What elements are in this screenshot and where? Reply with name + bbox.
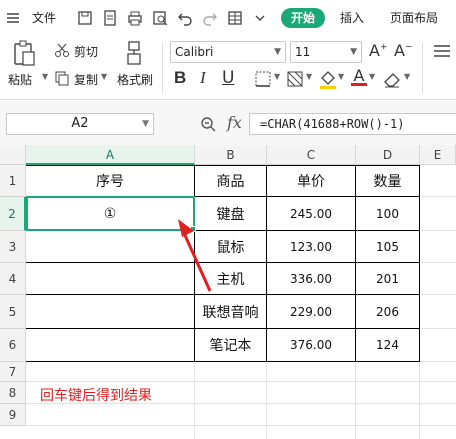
italic-icon[interactable]: I	[200, 68, 206, 88]
annotation-arrow-icon	[178, 219, 212, 292]
print-icon[interactable]	[126, 9, 144, 27]
paste-button[interactable]: 粘贴	[8, 71, 32, 88]
row-header-4[interactable]: 4	[0, 263, 26, 295]
font-color-dropdown-icon[interactable]: ▼	[369, 72, 375, 81]
ribbon-divider	[162, 42, 163, 94]
tab-page-layout[interactable]: 页面布局	[390, 9, 438, 27]
font-size-select[interactable]: 11 ▼	[290, 41, 362, 63]
cell-a4[interactable]	[26, 263, 194, 294]
cell-d6[interactable]: 124	[356, 329, 419, 361]
row-header-8[interactable]: 8	[0, 382, 26, 404]
cell-a3[interactable]	[26, 231, 194, 262]
border-icon[interactable]	[254, 70, 272, 88]
cell-a6[interactable]	[26, 329, 194, 361]
row-header-5[interactable]: 5	[0, 295, 26, 329]
cell-c5[interactable]: 229.00	[267, 295, 355, 328]
column-header-d[interactable]: D	[356, 145, 420, 165]
fill-color-icon[interactable]	[318, 68, 338, 90]
chevron-down-icon: ▼	[142, 119, 149, 129]
chevron-down-icon[interactable]	[251, 9, 269, 27]
cell-b1[interactable]: 商品	[195, 165, 266, 196]
cut-button[interactable]: 剪切	[74, 43, 98, 60]
border-dropdown-icon[interactable]: ▼	[274, 72, 280, 81]
formula-bar: A2 ▼ fx =CHAR(41688+ROW()-1)	[0, 101, 456, 145]
row-header-7[interactable]: 7	[0, 362, 26, 382]
cell-c2[interactable]: 245.00	[267, 197, 355, 230]
underline-icon[interactable]: U	[222, 68, 234, 88]
column-header-c[interactable]: C	[267, 145, 356, 165]
export-pdf-icon[interactable]	[101, 9, 119, 27]
formula-input[interactable]: =CHAR(41688+ROW()-1)	[249, 113, 456, 135]
cell-c6[interactable]: 376.00	[267, 329, 355, 361]
decrease-font-icon[interactable]: A−	[394, 41, 413, 60]
column-header-b[interactable]: B	[195, 145, 267, 165]
font-color-icon[interactable]: A	[351, 66, 367, 90]
print-preview-icon[interactable]	[151, 9, 169, 27]
cell-d4[interactable]: 201	[356, 263, 419, 294]
cell-a1[interactable]: 序号	[26, 165, 194, 196]
increase-font-icon[interactable]: A+	[369, 41, 388, 60]
eraser-dropdown-icon[interactable]: ▼	[404, 72, 410, 81]
paste-dropdown-icon[interactable]: ▼	[42, 72, 48, 81]
gridline	[26, 425, 456, 426]
column-header-e[interactable]: E	[420, 145, 456, 165]
cell-style-icon[interactable]	[286, 70, 304, 88]
row-header-9[interactable]: 9	[0, 404, 26, 426]
column-header-a[interactable]: A	[26, 145, 195, 165]
name-box[interactable]: A2 ▼	[6, 113, 154, 135]
cell-a5[interactable]	[26, 295, 194, 328]
cell-d1[interactable]: 数量	[356, 165, 419, 196]
row-header-2[interactable]: 2	[0, 197, 26, 231]
cell-d3[interactable]: 105	[356, 231, 419, 262]
paste-icon[interactable]	[12, 40, 36, 66]
copy-dropdown-icon[interactable]: ▼	[101, 72, 107, 81]
table-border	[26, 361, 420, 362]
menu-icon[interactable]	[4, 9, 22, 27]
cell-b6[interactable]: 笔记本	[195, 329, 266, 361]
ribbon-toolbar: 粘贴 ▼ 剪切 复制 ▼ 格式刷 Calibri ▼ 11 ▼ A+ A− B …	[0, 36, 456, 100]
ribbon-divider	[422, 42, 423, 94]
table-border	[419, 165, 420, 362]
select-all-corner[interactable]	[0, 145, 26, 165]
tab-insert[interactable]: 插入	[340, 9, 364, 27]
font-size-value: 11	[295, 45, 311, 59]
copy-icon[interactable]	[54, 70, 70, 86]
redo-icon[interactable]	[201, 9, 219, 27]
cell-style-dropdown-icon[interactable]: ▼	[306, 72, 312, 81]
cut-icon[interactable]	[54, 42, 70, 58]
undo-icon[interactable]	[176, 9, 194, 27]
gridline	[26, 381, 456, 382]
save-icon[interactable]	[76, 9, 94, 27]
cell-d2[interactable]: 100	[356, 197, 419, 230]
row-header-3[interactable]: 3	[0, 231, 26, 263]
zoom-icon[interactable]	[199, 115, 217, 133]
copy-button[interactable]: 复制	[74, 71, 98, 88]
menu-file[interactable]: 文件	[32, 9, 56, 27]
cell-c4[interactable]: 336.00	[267, 263, 355, 294]
format-painter-button[interactable]: 格式刷	[117, 71, 153, 88]
table-style-icon[interactable]	[226, 9, 244, 27]
font-name-value: Calibri	[175, 45, 214, 59]
align-icon[interactable]	[432, 44, 452, 58]
font-name-select[interactable]: Calibri ▼	[170, 41, 286, 63]
format-painter-icon[interactable]	[124, 40, 144, 66]
eraser-icon[interactable]	[382, 69, 402, 89]
fx-icon[interactable]: fx	[227, 113, 242, 132]
row-header-6[interactable]: 6	[0, 329, 26, 362]
fill-color-dropdown-icon[interactable]: ▼	[338, 72, 344, 81]
menu-bar: 文件 开始 插入 页面布局	[0, 0, 456, 36]
cell-c1[interactable]: 单价	[267, 165, 355, 196]
cell-d5[interactable]: 206	[356, 295, 419, 328]
spreadsheet-grid: A B C D E 1 2 3 4 5 6 7 8 9 序号 商品 单价 数量 …	[0, 145, 456, 439]
annotation-note: 回车键后得到结果	[40, 388, 152, 404]
tab-home[interactable]: 开始	[281, 8, 325, 28]
chevron-down-icon: ▼	[274, 47, 281, 57]
bold-icon[interactable]: B	[174, 68, 186, 88]
cell-c3[interactable]: 123.00	[267, 231, 355, 262]
row-header-1[interactable]: 1	[0, 165, 26, 197]
cell-b5[interactable]: 联想音响	[195, 295, 266, 328]
chevron-down-icon: ▼	[350, 47, 357, 57]
name-box-value: A2	[71, 116, 89, 131]
